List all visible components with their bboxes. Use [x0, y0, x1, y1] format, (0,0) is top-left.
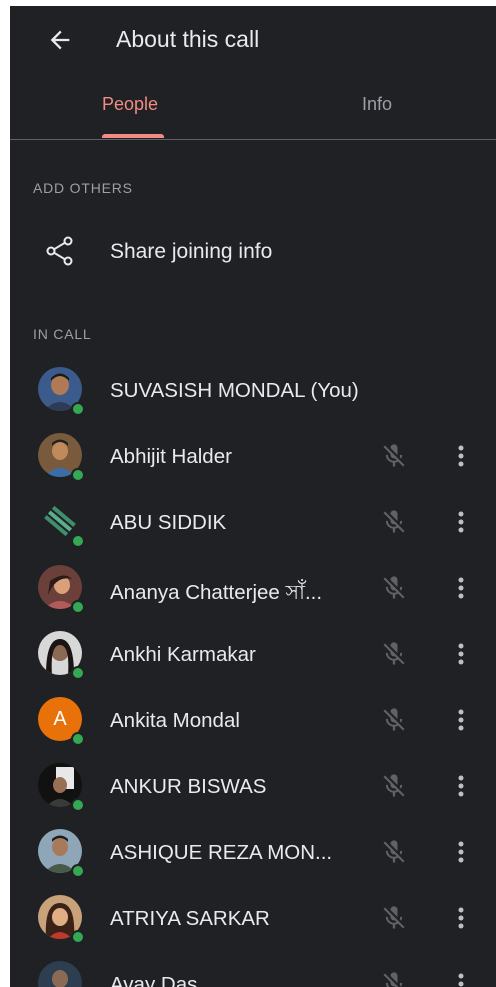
participant-row[interactable]: ATRIYA SARKAR [10, 887, 496, 949]
online-status-dot [71, 468, 85, 482]
participant-name: Ankhi Karmakar [110, 643, 256, 666]
mic-off-icon [380, 904, 408, 932]
participant-name: ABU SIDDIK [110, 511, 227, 534]
participant-row[interactable]: Ankhi Karmakar [10, 623, 496, 685]
participant-row[interactable]: ASHIQUE REZA MON... [10, 821, 496, 883]
tab-info[interactable]: Info [362, 94, 392, 115]
participant-name: ANKUR BISWAS [110, 775, 267, 798]
participant-name: ATRIYA SARKAR [110, 907, 270, 930]
participant-row[interactable]: ANKUR BISWAS [10, 755, 496, 817]
more-options-icon[interactable] [450, 706, 472, 734]
mic-off-icon [380, 574, 408, 602]
more-options-icon[interactable] [450, 574, 472, 602]
more-options-icon[interactable] [450, 838, 472, 866]
more-options-icon[interactable] [450, 640, 472, 668]
participant-row[interactable]: Abhijit Halder [10, 425, 496, 487]
avatar [38, 961, 82, 987]
online-status-dot [71, 534, 85, 548]
mic-off-icon [380, 640, 408, 668]
share-joining-info-label: Share joining info [110, 240, 273, 263]
top-app-bar: About this call [10, 6, 496, 72]
tab-people[interactable]: People [102, 94, 158, 115]
mic-off-icon [380, 442, 408, 470]
participant-row[interactable]: A Ankita Mondal [10, 689, 496, 751]
more-options-icon[interactable] [450, 508, 472, 536]
more-options-icon[interactable] [450, 904, 472, 932]
page-title: About this call [116, 26, 260, 52]
online-status-dot [71, 666, 85, 680]
online-status-dot [71, 732, 85, 746]
participant-row[interactable]: Ananya Chatterjee সাঁ... [10, 557, 496, 619]
participant-name: Ananya Chatterjee সাঁ... [110, 581, 323, 604]
online-status-dot [71, 864, 85, 878]
in-call-heading: IN CALL [33, 326, 92, 342]
more-options-icon[interactable] [450, 442, 472, 470]
add-others-heading: ADD OTHERS [33, 180, 133, 196]
participant-name: Ankita Mondal [110, 709, 240, 732]
participant-row[interactable]: SUVASISH MONDAL (You) [10, 359, 496, 421]
participant-name: ASHIQUE REZA MON... [110, 841, 333, 864]
mic-off-icon [380, 508, 408, 536]
more-options-icon[interactable] [450, 772, 472, 800]
online-status-dot [71, 600, 85, 614]
active-tab-indicator [102, 134, 164, 138]
mic-off-icon [380, 838, 408, 866]
share-joining-info-button[interactable]: Share joining info [10, 224, 496, 280]
share-icon [46, 236, 74, 266]
participant-name: Abhijit Halder [110, 445, 232, 468]
mic-off-icon [380, 772, 408, 800]
online-status-dot [71, 798, 85, 812]
more-options-icon[interactable] [450, 970, 472, 987]
mic-off-icon [380, 706, 408, 734]
mic-off-icon [380, 970, 408, 987]
participant-row[interactable]: ABU SIDDIK [10, 491, 496, 553]
participant-row[interactable]: Avay Das [10, 953, 496, 987]
back-arrow-icon[interactable] [46, 26, 74, 54]
participant-name: SUVASISH MONDAL (You) [110, 379, 359, 402]
call-details-screen: About this call People Info ADD OTHERS S… [10, 6, 496, 987]
online-status-dot [71, 930, 85, 944]
participant-name: Avay Das [110, 973, 198, 987]
tab-bar: People Info [10, 84, 496, 140]
online-status-dot [71, 402, 85, 416]
